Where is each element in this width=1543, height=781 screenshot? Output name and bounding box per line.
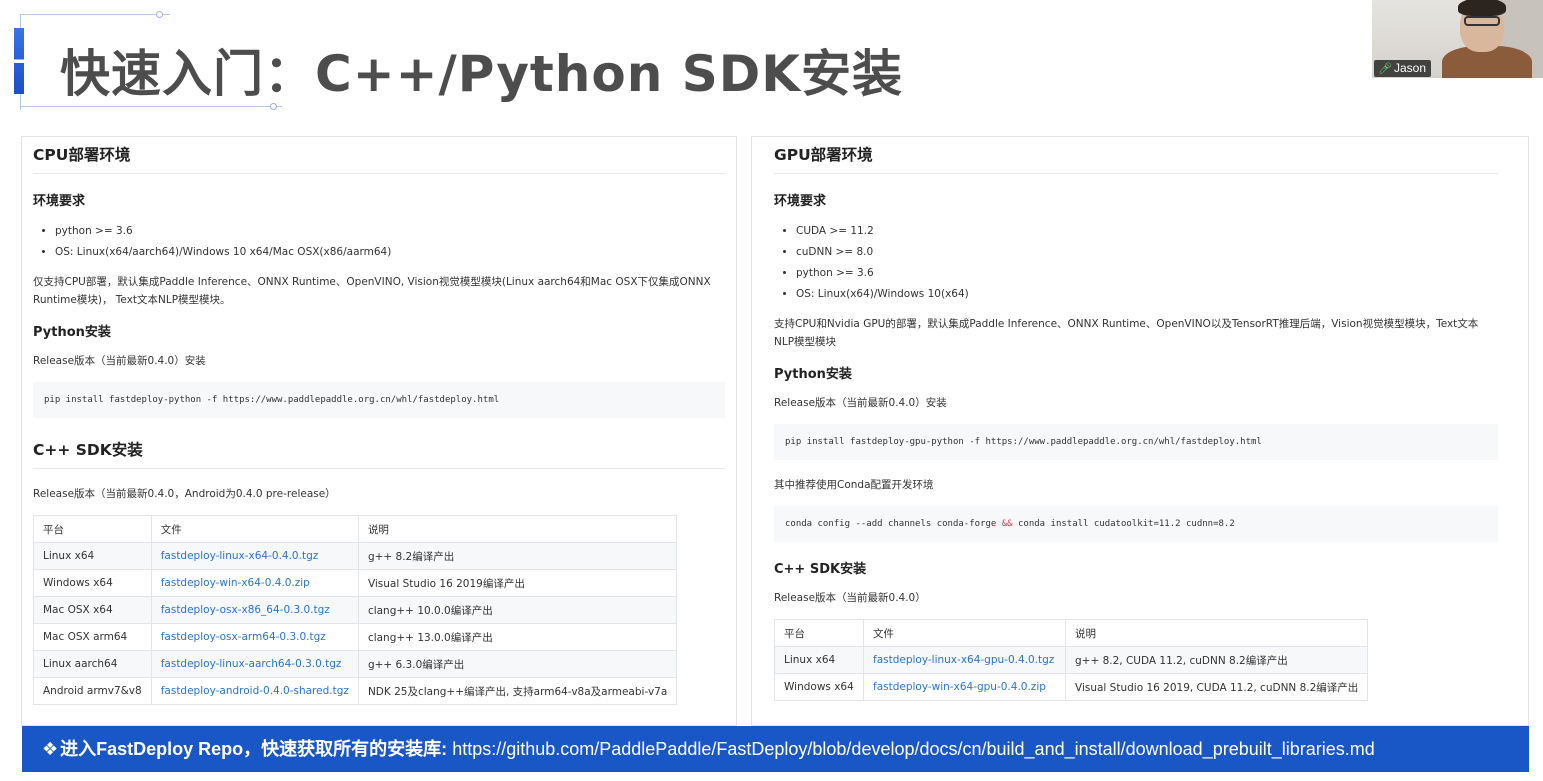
gpu-description: 支持CPU和Nvidia GPU的部署，默认集成Paddle Inference…	[774, 318, 1479, 348]
note-cell: g++ 8.2, CUDA 11.2, cuDNN 8.2编译产出	[1064, 646, 1369, 674]
table-header-row: 平台 文件 说明	[774, 619, 1369, 647]
cpu-requirements-list: python >= 3.6 OS: Linux(x64/aarch64)/Win…	[33, 221, 725, 263]
repo-link[interactable]: https://github.com/PaddlePaddle/FastDepl…	[452, 739, 1375, 759]
gpu-env-heading: 环境要求	[774, 194, 827, 209]
page-title: 快速入门：C++/Python SDK安装	[60, 45, 904, 103]
table-header-row: 平台 文件 说明	[33, 515, 678, 543]
cpu-python-heading: Python安装	[33, 325, 111, 340]
download-link[interactable]: fastdeploy-win-x64-0.4.0.zip	[161, 577, 310, 589]
gpu-requirements-list: CUDA >= 11.2 cuDNN >= 8.0 python >= 3.6 …	[774, 221, 1498, 305]
platform-cell: Mac OSX arm64	[33, 623, 152, 651]
column-header: 说明	[1064, 619, 1369, 647]
cpu-env-heading: 环境要求	[33, 194, 86, 209]
cpu-python-release: Release版本（当前最新0.4.0）安装	[33, 355, 206, 367]
table-row: Mac OSX x64 fastdeploy-osx-x86_64-0.3.0.…	[33, 596, 678, 624]
cpu-description: 仅支持CPU部署，默认集成Paddle Inference、ONNX Runti…	[33, 276, 711, 306]
cpu-panel: CPU部署环境 环境要求 python >= 3.6 OS: Linux(x64…	[21, 136, 737, 726]
gpu-sdk-table: 平台 文件 说明 Linux x64 fastdeploy-linux-x64-…	[774, 619, 1369, 701]
download-link[interactable]: fastdeploy-osx-arm64-0.3.0.tgz	[161, 631, 326, 643]
gpu-python-release: Release版本（当前最新0.4.0）安装	[774, 397, 947, 409]
platform-cell: Linux aarch64	[33, 650, 152, 678]
column-header: 平台	[774, 619, 864, 647]
download-link[interactable]: fastdeploy-win-x64-gpu-0.4.0.zip	[873, 681, 1046, 693]
gpu-conda-command[interactable]: conda config --add channels conda-forge …	[774, 506, 1498, 542]
cpu-heading: CPU部署环境	[33, 137, 725, 174]
table-row: Linux x64 fastdeploy-linux-x64-gpu-0.4.0…	[774, 646, 1369, 674]
participant-name: Jason	[1393, 61, 1426, 75]
platform-cell: Mac OSX x64	[33, 596, 152, 624]
download-link[interactable]: fastdeploy-osx-x86_64-0.3.0.tgz	[161, 604, 330, 616]
table-row: Android armv7&v8 fastdeploy-android-0.4.…	[33, 677, 678, 705]
table-row: Windows x64 fastdeploy-win-x64-gpu-0.4.0…	[774, 673, 1369, 701]
banner-lead: 进入FastDeploy Repo，快速获取所有的安装库:	[60, 739, 448, 759]
table-row: Mac OSX arm64 fastdeploy-osx-arm64-0.3.0…	[33, 623, 678, 651]
platform-cell: Windows x64	[774, 673, 864, 701]
column-header: 文件	[150, 515, 359, 543]
platform-cell: Linux x64	[33, 542, 152, 570]
platform-cell: Windows x64	[33, 569, 152, 597]
note-cell: Visual Studio 16 2019编译产出	[357, 569, 678, 597]
list-item: cuDNN >= 8.0	[796, 242, 1498, 263]
column-header: 平台	[33, 515, 152, 543]
note-cell: Visual Studio 16 2019, CUDA 11.2, cuDNN …	[1064, 673, 1369, 701]
repo-banner: ❖ 进入FastDeploy Repo，快速获取所有的安装库: https://g…	[22, 726, 1529, 772]
note-cell: clang++ 13.0.0编译产出	[357, 623, 678, 651]
cpu-python-command[interactable]: pip install fastdeploy-python -f https:/…	[33, 382, 725, 418]
table-row: Linux aarch64 fastdeploy-linux-aarch64-0…	[33, 650, 678, 678]
gpu-python-heading: Python安装	[774, 367, 852, 382]
note-cell: clang++ 10.0.0编译产出	[357, 596, 678, 624]
pin-icon: ❖	[42, 739, 59, 759]
download-link[interactable]: fastdeploy-linux-x64-0.4.0.tgz	[161, 550, 319, 562]
platform-cell: Android armv7&v8	[33, 677, 152, 705]
mic-icon: 🎤︎	[1378, 63, 1392, 75]
note-cell: g++ 8.2编译产出	[357, 542, 678, 570]
note-cell: g++ 6.3.0编译产出	[357, 650, 678, 678]
list-item: python >= 3.6	[796, 263, 1498, 284]
webcam-feed: 🎤︎ Jason	[1372, 0, 1543, 78]
list-item: CUDA >= 11.2	[796, 221, 1498, 242]
cpu-cpp-heading: C++ SDK安装	[33, 434, 725, 469]
cpu-cpp-release: Release版本（当前最新0.4.0，Android为0.4.0 pre-re…	[33, 488, 336, 500]
participant-name-tag: 🎤︎ Jason	[1374, 60, 1431, 77]
platform-cell: Linux x64	[774, 646, 864, 674]
gpu-python-command[interactable]: pip install fastdeploy-gpu-python -f htt…	[774, 424, 1498, 460]
list-item: OS: Linux(x64/aarch64)/Windows 10 x64/Ma…	[55, 242, 725, 263]
gpu-panel: GPU部署环境 环境要求 CUDA >= 11.2 cuDNN >= 8.0 p…	[751, 136, 1529, 726]
note-cell: NDK 25及clang++编译产出, 支持arm64-v8a及armeabi-…	[357, 677, 678, 705]
list-item: OS: Linux(x64)/Windows 10(x64)	[796, 284, 1498, 305]
download-link[interactable]: fastdeploy-linux-x64-gpu-0.4.0.tgz	[873, 654, 1054, 666]
gpu-heading: GPU部署环境	[774, 137, 1498, 174]
accent-bar	[14, 28, 24, 94]
cpu-sdk-table: 平台 文件 说明 Linux x64 fastdeploy-linux-x64-…	[33, 515, 678, 705]
list-item: python >= 3.6	[55, 221, 725, 242]
gpu-cpp-release: Release版本（当前最新0.4.0）	[774, 592, 926, 604]
gpu-conda-note: 其中推荐使用Conda配置开发环境	[774, 479, 934, 491]
column-header: 说明	[357, 515, 678, 543]
gpu-cpp-heading: C++ SDK安装	[774, 562, 867, 577]
download-link[interactable]: fastdeploy-android-0.4.0-shared.tgz	[161, 685, 349, 697]
download-link[interactable]: fastdeploy-linux-aarch64-0.3.0.tgz	[161, 658, 342, 670]
column-header: 文件	[863, 619, 1066, 647]
table-row: Windows x64 fastdeploy-win-x64-0.4.0.zip…	[33, 569, 678, 597]
table-row: Linux x64 fastdeploy-linux-x64-0.4.0.tgz…	[33, 542, 678, 570]
